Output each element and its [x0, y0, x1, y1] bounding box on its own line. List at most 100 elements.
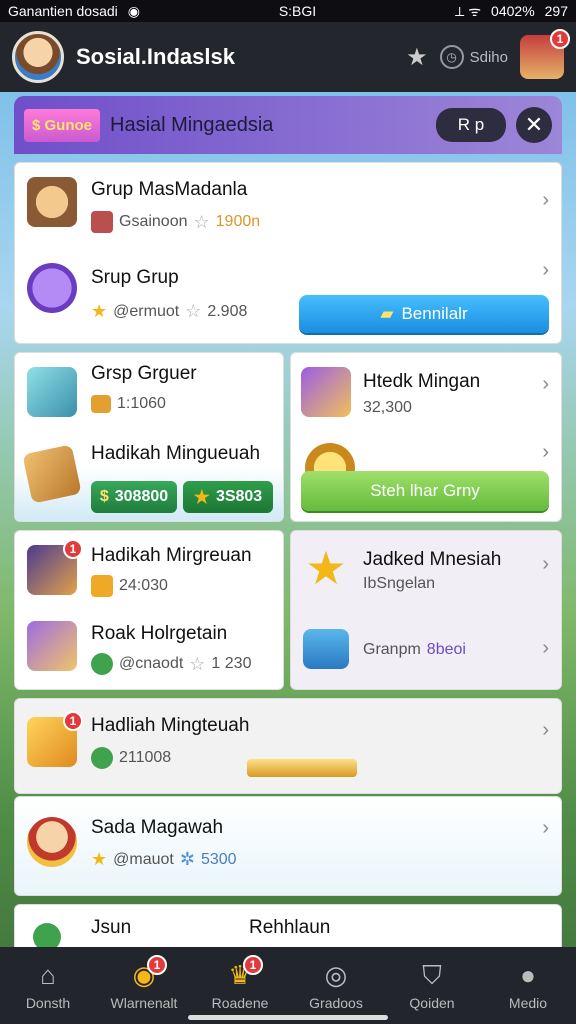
ticket-icon	[22, 444, 82, 504]
row-title-right: Rehhlaun	[249, 917, 331, 938]
nav-item-gradoos[interactable]: ◎ Gradoos	[288, 947, 384, 1024]
notification-badge: 1	[550, 29, 570, 49]
list-item[interactable]: Grsp Grguer 1:1060	[15, 353, 283, 423]
row-title: Grup MasMadanla	[91, 179, 248, 200]
list-item[interactable]: Srup Grup ★ @ermuot ☆ 2.908 › ▰ Bennilal…	[15, 253, 561, 343]
home-icon: ⌂	[40, 960, 56, 990]
list-item[interactable]: 1 Hadikah Mirgreuan 24:030	[15, 531, 283, 609]
coin-icon: ▰	[380, 304, 394, 323]
status-pill[interactable]: ◷ Sdiho	[439, 45, 508, 69]
row-value: 8beoi	[426, 641, 466, 658]
green-action-button[interactable]: Steh lhar Grny	[301, 471, 549, 511]
scroll-icon	[27, 367, 77, 417]
compass-icon: ◎	[324, 960, 348, 990]
chevron-right-icon: ›	[542, 259, 549, 281]
card-group-7[interactable]: Sada Magawah ★ @mauot ✲ 5300 ›	[14, 796, 562, 896]
chevron-right-icon: ›	[542, 189, 549, 211]
star-icon[interactable]: ★	[406, 43, 428, 72]
row-value: 1 230	[211, 655, 252, 672]
card-group-4: 1 Hadikah Mirgreuan 24:030 Roak Holrgeta…	[14, 530, 284, 690]
star-icon: ★	[305, 542, 347, 594]
nav-item-donsth[interactable]: ⌂ Donsth	[0, 947, 96, 1024]
wifi-icon: ◉	[127, 2, 140, 19]
list-item[interactable]: Roak Holrgetain @cnaodt ☆ 1 230	[15, 611, 283, 689]
row-sub: ★ @mauot ✲ 5300	[91, 849, 237, 870]
nav-item-qoiden[interactable]: ⛉ Qoiden	[384, 947, 480, 1024]
app-header: Sosial.Indaslsk ★ ◷ Sdiho 1	[0, 22, 576, 92]
list-item[interactable]: Hadikah Mingueuah $ 308800 ★ 3S803	[15, 429, 283, 521]
status-time: 297	[544, 3, 568, 19]
clock-icon: ◷	[439, 45, 464, 69]
nav-item-roadene[interactable]: ♛ 1 Roadene	[192, 947, 288, 1024]
row-value: 24:030	[119, 577, 168, 594]
chevron-right-icon: ›	[542, 817, 549, 839]
row-title: Jadked Mnesiah	[363, 549, 502, 570]
card-group-6[interactable]: 1 Hadliah Mingteuah 211008 ›	[14, 698, 562, 794]
list-item[interactable]: › Steh lhar Grny	[291, 437, 561, 521]
shield-icon: ⛉	[422, 959, 442, 990]
list-item[interactable]: ★ Jadked Mnesiah IbSngelan ›	[291, 531, 561, 609]
box-icon	[91, 575, 113, 597]
coin-icon: $	[99, 488, 109, 505]
status-center-text: S:BGI	[278, 3, 317, 19]
row-sub-text: IbSngelan	[363, 575, 436, 592]
app-title: Sosial.Indaslsk	[76, 44, 235, 69]
treasure-icon	[301, 367, 351, 417]
row-sub-text: @ermuot	[113, 302, 180, 320]
nav-label: Wlarnenalt	[110, 994, 178, 1011]
row-sub: IbSngelan	[363, 575, 435, 593]
row-sub: 32,300	[363, 399, 412, 417]
nav-label: Gradoos	[309, 994, 363, 1011]
star-icon: ☆	[193, 211, 210, 232]
chest-icon	[91, 395, 111, 413]
list-item[interactable]: Grup MasMadanla Gsainoon ☆ 1900n ›	[15, 163, 561, 243]
coin-icon: $	[32, 116, 45, 134]
scroll-icon	[27, 621, 77, 671]
row-title: Sada Magawah	[91, 817, 224, 838]
row-value: 211008	[119, 749, 172, 766]
character-icon	[27, 817, 77, 867]
row-sub: 1:1060	[91, 395, 166, 413]
ribbon-decoration	[247, 759, 357, 777]
nav-label: Medio	[508, 994, 548, 1011]
nav-item-wlarnenalt[interactable]: ◉ 1 Wlarnenalt	[96, 947, 192, 1024]
row-sub-text: Gsainoon	[119, 213, 188, 230]
pill-label: Sdiho	[469, 48, 508, 66]
row-sub: @cnaodt ☆ 1 230	[91, 653, 251, 675]
chevron-right-icon: ›	[542, 441, 549, 463]
card-group-1: Grup MasMadanla Gsainoon ☆ 1900n › Srup …	[14, 162, 562, 344]
chevron-right-icon: ›	[542, 373, 549, 395]
avatar[interactable]	[12, 31, 64, 83]
close-icon[interactable]: ✕	[516, 107, 552, 143]
row-sub: Gsainoon ☆ 1900n	[91, 211, 260, 233]
row-sub: Granpm 8beoi	[363, 641, 466, 659]
star-icon: ★	[193, 486, 210, 507]
nav-item-medio[interactable]: ● Medio	[480, 947, 576, 1024]
row-title: Hadikah Mirgreuan	[91, 545, 252, 566]
notification-badge: 1	[63, 711, 83, 731]
bottom-nav: ⌂ Donsth ◉ 1 Wlarnenalt ♛ 1 Roadene ◎ Grad…	[0, 947, 576, 1024]
currency-chip[interactable]: ★ 3S803	[183, 481, 273, 513]
row-value: 1900n	[215, 213, 261, 230]
home-indicator[interactable]	[188, 1015, 388, 1020]
chevron-right-icon: ›	[542, 637, 549, 659]
profile-avatar[interactable]: 1	[520, 29, 570, 79]
chip-value: 308800	[114, 488, 169, 505]
star-icon: ☆	[189, 653, 206, 674]
row-value: 5300	[200, 850, 237, 868]
list-item[interactable]: Granpm 8beoi ›	[291, 617, 561, 689]
character-icon	[27, 177, 77, 227]
row-value: 1:1060	[117, 395, 166, 412]
list-item[interactable]: Htedk Mingan 32,300 ›	[291, 353, 561, 433]
signal-icon: ⟂ ᯤ	[455, 2, 482, 19]
currency-chip[interactable]: $ 308800	[91, 481, 177, 513]
crown-icon: ♛ 1	[223, 954, 263, 991]
coins-icon: ◉ 1	[127, 954, 167, 991]
row-title-left: Jsun	[91, 917, 132, 938]
blue-action-button[interactable]: ▰ Bennilalr	[299, 295, 549, 333]
row-sub-text: @cnaodt	[119, 655, 184, 672]
chevron-right-icon: ›	[542, 719, 549, 741]
nav-label: Donsth	[25, 994, 71, 1011]
rp-button[interactable]: R p	[436, 108, 506, 142]
card-icon	[91, 211, 113, 233]
